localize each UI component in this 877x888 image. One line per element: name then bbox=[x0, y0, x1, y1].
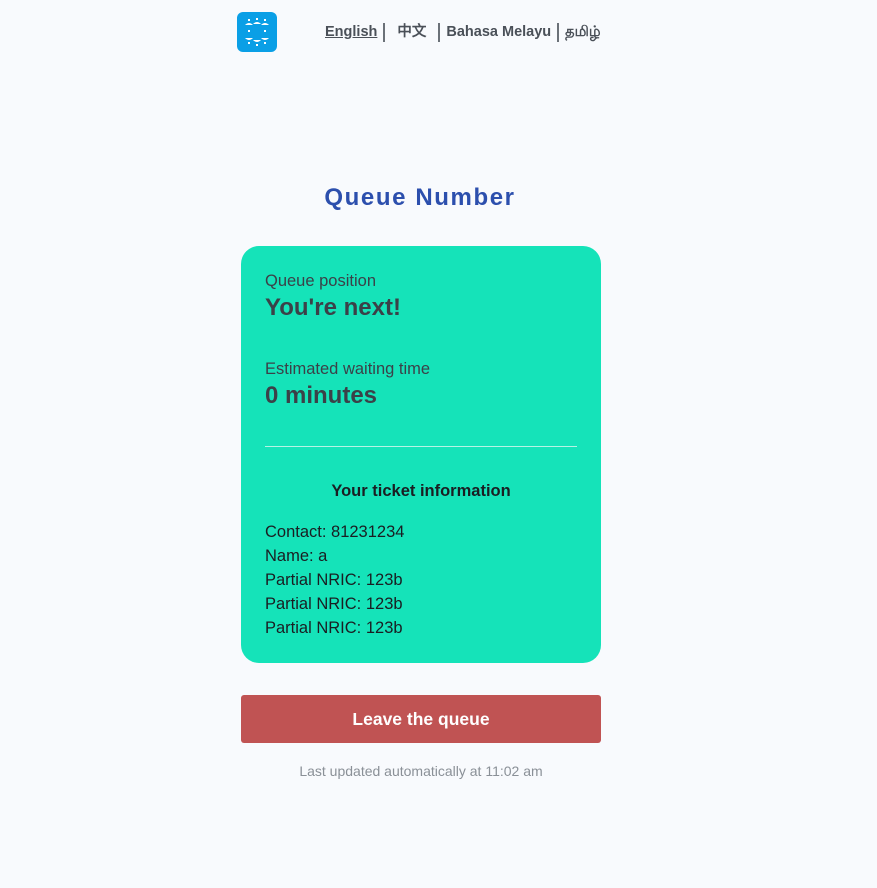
queue-status-card: Queue position You're next! Estimated wa… bbox=[241, 246, 601, 663]
lang-separator bbox=[438, 22, 441, 42]
lang-separator bbox=[557, 22, 560, 42]
ticket-nric: Partial NRIC: 123b bbox=[265, 595, 403, 613]
lang-separator bbox=[383, 22, 386, 42]
language-switcher: English 中文 Bahasa Melayu தமிழ் bbox=[325, 22, 601, 42]
lang-tamil[interactable]: தமிழ் bbox=[565, 22, 600, 42]
ticket-name: Name: a bbox=[265, 547, 328, 565]
ticket-contact: Contact: 81231234 bbox=[265, 523, 405, 541]
ticket-nric: Partial NRIC: 123b bbox=[265, 619, 403, 637]
page-title: Queue Number bbox=[324, 184, 516, 211]
header: English 中文 Bahasa Melayu தமிழ் bbox=[237, 12, 607, 52]
queue-faces-logo-icon[interactable] bbox=[237, 12, 277, 52]
leave-queue-button[interactable]: Leave the queue bbox=[241, 695, 601, 743]
ticket-info-heading: Your ticket information bbox=[331, 482, 511, 500]
queue-position-label: Queue position bbox=[265, 272, 376, 290]
queue-position-value: You're next! bbox=[265, 294, 401, 321]
lang-malay[interactable]: Bahasa Melayu bbox=[446, 22, 551, 42]
ticket-info-list: Contact: 81231234 Name: a Partial NRIC: … bbox=[265, 520, 404, 640]
waiting-time-label: Estimated waiting time bbox=[265, 360, 431, 378]
ticket-nric: Partial NRIC: 123b bbox=[265, 571, 403, 589]
waiting-time-value: 0 minutes bbox=[265, 382, 378, 409]
lang-english[interactable]: English bbox=[325, 22, 377, 42]
lang-chinese[interactable]: 中文 bbox=[397, 22, 426, 42]
card-divider bbox=[265, 446, 577, 447]
last-updated-text: Last updated automatically at 11:02 am bbox=[299, 763, 543, 779]
